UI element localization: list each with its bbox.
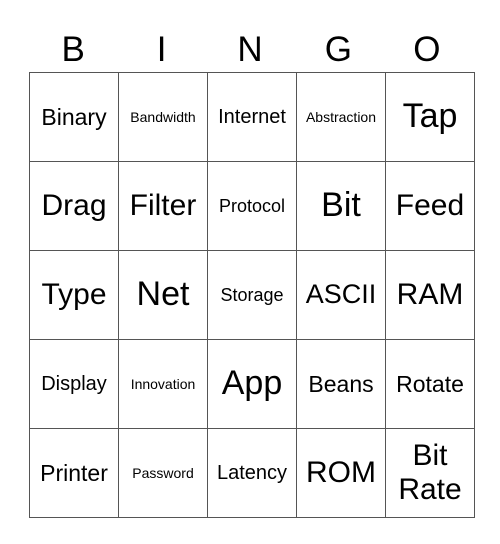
bingo-cell[interactable]: Type — [29, 250, 119, 340]
bingo-cell[interactable]: Abstraction — [296, 72, 386, 162]
bingo-cell[interactable]: Drag — [29, 161, 119, 251]
bingo-row: Display Innovation App Beans Rotate — [29, 339, 475, 429]
bingo-cell[interactable]: Innovation — [118, 339, 208, 429]
bingo-cell[interactable]: Internet — [207, 72, 297, 162]
header-letter-n: N — [237, 30, 263, 69]
bingo-cell[interactable]: RAM — [385, 250, 475, 340]
bingo-cell[interactable]: Tap — [385, 72, 475, 162]
bingo-cell[interactable]: Password — [118, 428, 208, 518]
bingo-row: Binary Bandwidth Internet Abstraction Ta… — [29, 72, 475, 162]
bingo-header: B I N G O — [29, 28, 471, 72]
bingo-cell[interactable]: Rotate — [385, 339, 475, 429]
bingo-row: Drag Filter Protocol Bit Feed — [29, 161, 475, 251]
bingo-cell[interactable]: App — [207, 339, 297, 429]
bingo-cell[interactable]: Bit Rate — [385, 428, 475, 518]
bingo-cell[interactable]: Bit — [296, 161, 386, 251]
header-letter-o: O — [413, 30, 441, 69]
bingo-cell[interactable]: Latency — [207, 428, 297, 518]
header-letter-b: B — [61, 30, 85, 69]
bingo-cell[interactable]: Storage — [207, 250, 297, 340]
bingo-cell[interactable]: Printer — [29, 428, 119, 518]
bingo-row: Type Net Storage ASCII RAM — [29, 250, 475, 340]
bingo-card: Binary Bandwidth Internet Abstraction Ta… — [29, 72, 475, 518]
bingo-cell[interactable]: Beans — [296, 339, 386, 429]
bingo-cell[interactable]: Feed — [385, 161, 475, 251]
bingo-row: Printer Password Latency ROM Bit Rate — [29, 428, 475, 518]
bingo-cell[interactable]: ASCII — [296, 250, 386, 340]
bingo-cell[interactable]: Net — [118, 250, 208, 340]
bingo-cell[interactable]: Filter — [118, 161, 208, 251]
bingo-cell[interactable]: Binary — [29, 72, 119, 162]
bingo-cell[interactable]: Bandwidth — [118, 72, 208, 162]
bingo-cell[interactable]: Display — [29, 339, 119, 429]
bingo-cell[interactable]: ROM — [296, 428, 386, 518]
header-letter-g: G — [324, 30, 353, 69]
header-letter-i: I — [156, 30, 167, 69]
bingo-cell[interactable]: Protocol — [207, 161, 297, 251]
